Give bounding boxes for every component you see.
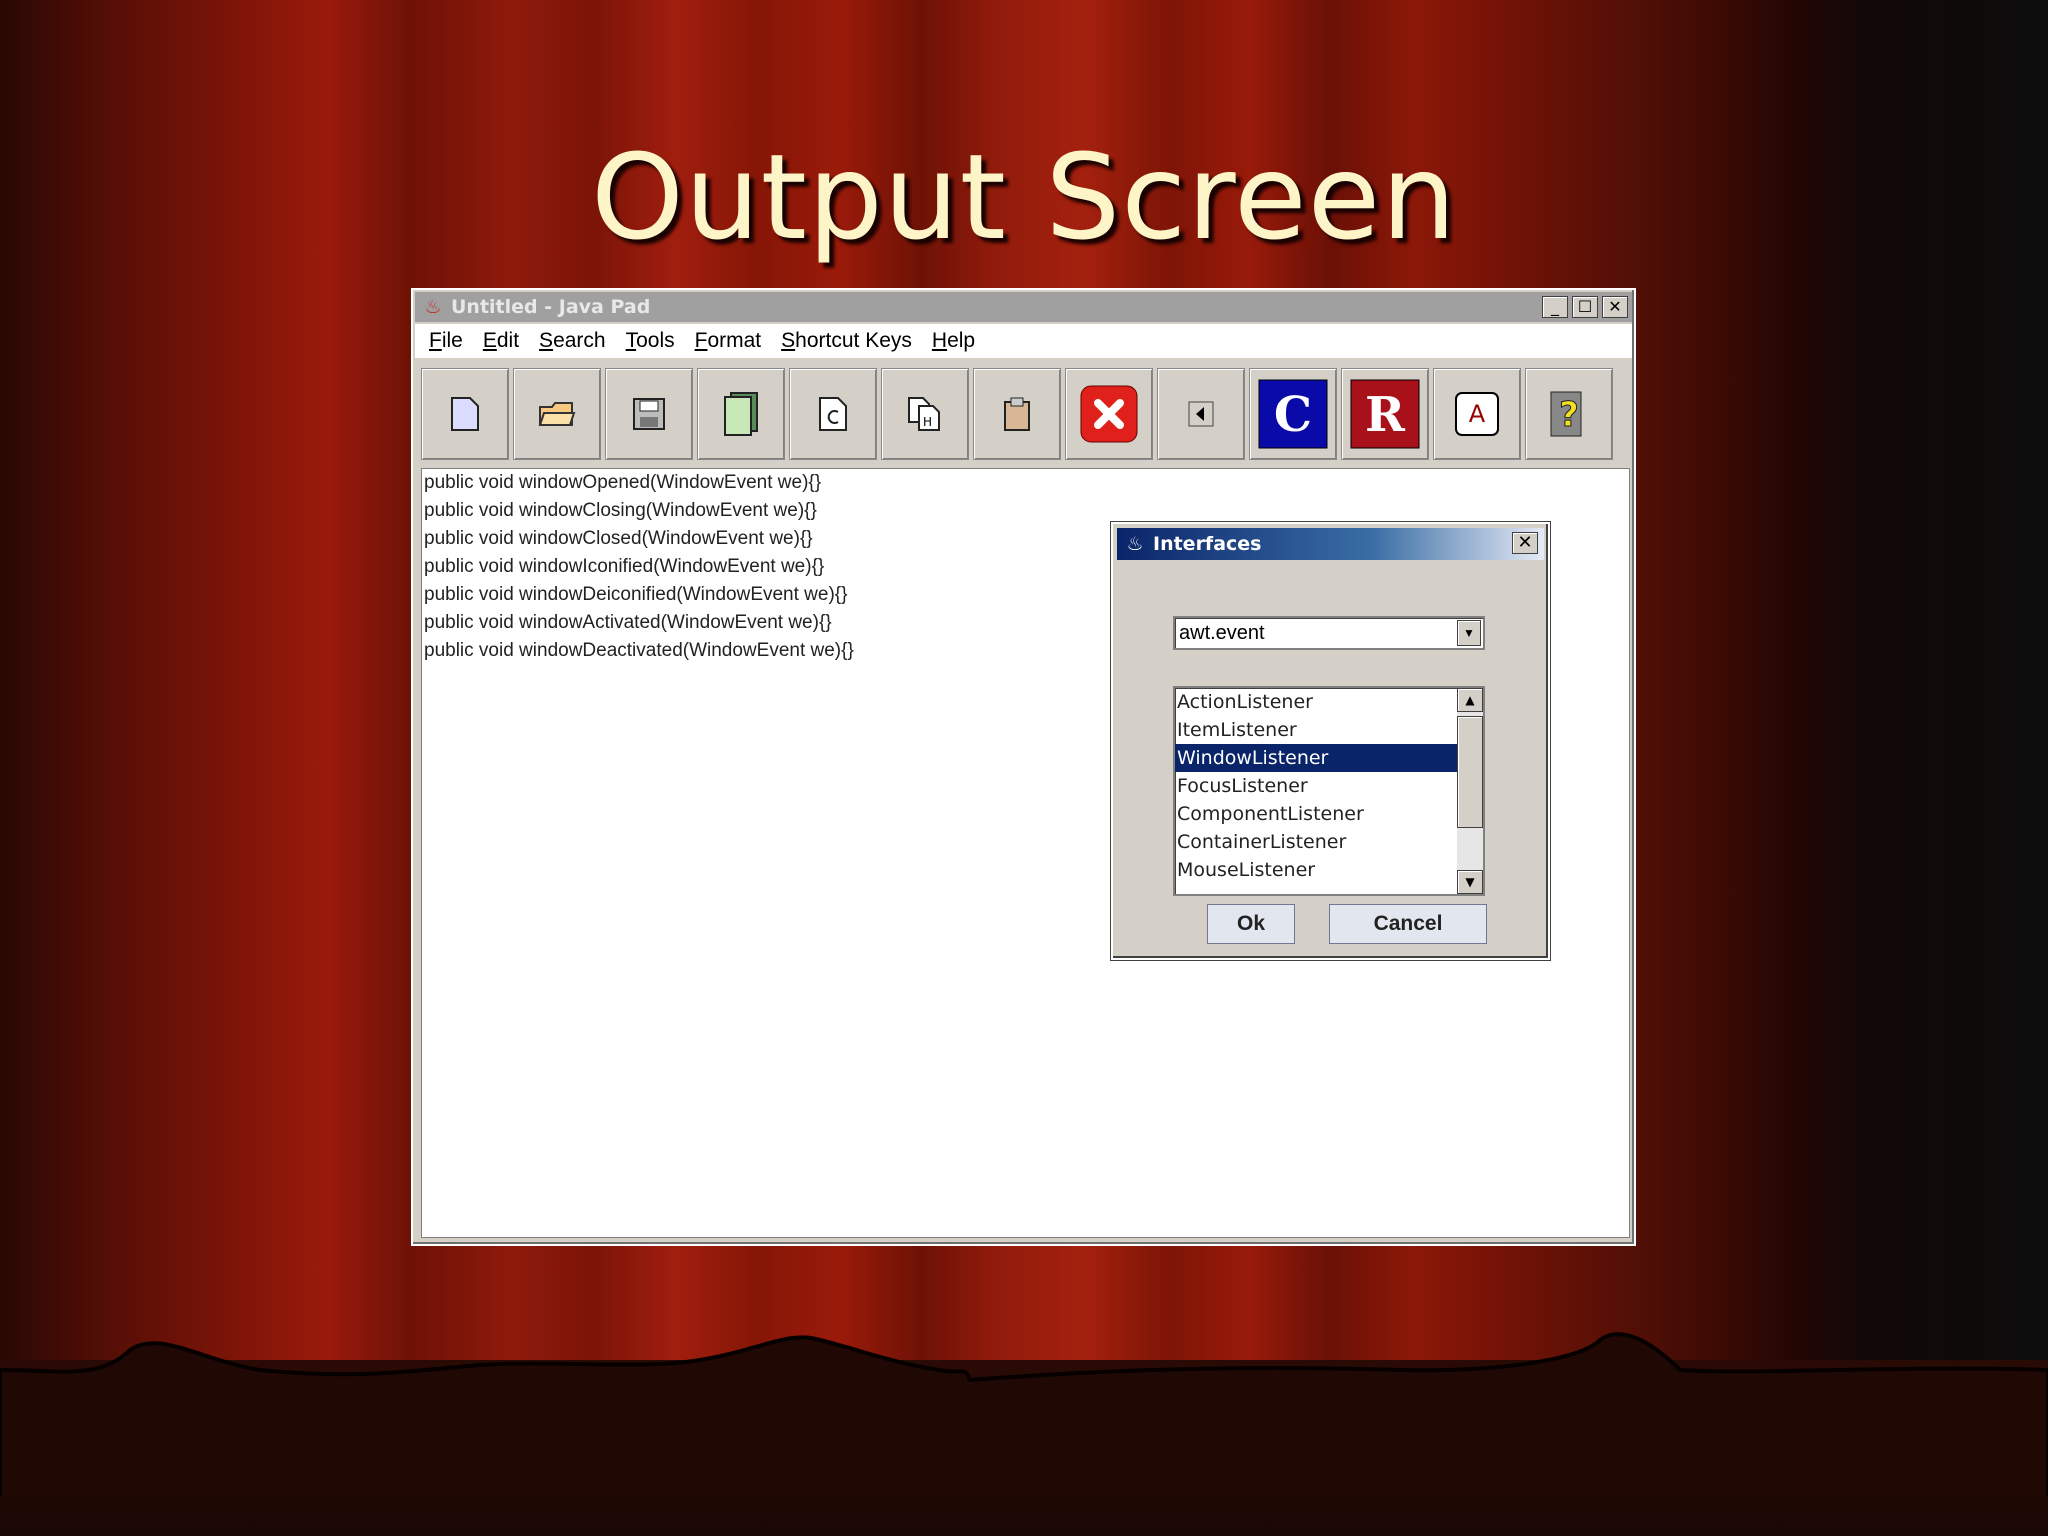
copy-pages-button[interactable] (697, 368, 785, 460)
menu-format[interactable]: Format (695, 329, 762, 353)
back-arrow-icon (1188, 401, 1214, 427)
dialog-titlebar[interactable]: ♨ Interfaces ✕ (1117, 528, 1544, 560)
new-file-icon (451, 397, 479, 431)
package-combo-value: awt.event (1179, 622, 1265, 644)
chevron-down-icon[interactable]: ▼ (1457, 620, 1481, 646)
help-button[interactable]: ? (1525, 368, 1613, 460)
java-cup-icon: ♨ (424, 296, 442, 318)
compile-button[interactable]: C (1249, 368, 1337, 460)
ok-button[interactable]: Ok (1207, 904, 1295, 944)
find-replace-button[interactable]: H (881, 368, 969, 460)
compile-icon: C (1258, 379, 1328, 449)
menu-help[interactable]: Help (932, 329, 975, 353)
run-button[interactable]: R (1341, 368, 1429, 460)
window-title: Untitled - Java Pad (451, 296, 651, 318)
interfaces-dialog: ♨ Interfaces ✕ awt.event ▼ ActionListene… (1111, 522, 1550, 960)
menu-shortcut-keys[interactable]: Shortcut Keys (781, 329, 912, 353)
exit-button[interactable] (1065, 368, 1153, 460)
curtain-edge (0, 1332, 2048, 1496)
curtain-hem (0, 1332, 2048, 1536)
list-scrollbar[interactable]: ▲ ▼ (1457, 688, 1483, 894)
svg-text:C: C (1274, 387, 1312, 443)
scroll-up-icon[interactable]: ▲ (1457, 688, 1483, 712)
close-button[interactable]: ✕ (1602, 296, 1628, 318)
font-icon: A (1455, 392, 1499, 436)
list-item[interactable]: MouseListener (1175, 856, 1457, 884)
menu-edit[interactable]: Edit (483, 329, 519, 353)
save-button[interactable] (605, 368, 693, 460)
refresh-page-button[interactable] (789, 368, 877, 460)
help-icon: ? (1550, 391, 1582, 437)
open-folder-icon (538, 402, 576, 426)
menu-search[interactable]: Search (539, 329, 606, 353)
list-item[interactable]: FocusListener (1175, 772, 1457, 800)
menu-bar: File Edit Search Tools Format Shortcut K… (415, 324, 1632, 358)
copy-pages-icon (724, 392, 758, 436)
close-x-icon (1080, 385, 1138, 443)
menu-file[interactable]: File (429, 329, 463, 353)
run-icon: R (1350, 379, 1420, 449)
dialog-close-button[interactable]: ✕ (1512, 532, 1538, 554)
svg-text:?: ? (1559, 395, 1579, 435)
paste-button[interactable] (973, 368, 1061, 460)
list-item-selected[interactable]: WindowListener (1175, 744, 1457, 772)
page-refresh-icon (819, 397, 847, 431)
package-combo[interactable]: awt.event ▼ (1173, 616, 1485, 650)
minimize-button[interactable]: _ (1542, 296, 1568, 318)
font-button[interactable]: A (1433, 368, 1521, 460)
list-item[interactable]: ActionListener (1175, 688, 1457, 716)
cancel-button[interactable]: Cancel (1329, 904, 1487, 944)
interfaces-list[interactable]: ActionListener ItemListener WindowListen… (1173, 686, 1485, 896)
scroll-thumb[interactable] (1457, 716, 1483, 828)
clipboard-icon (1004, 397, 1030, 431)
dialog-title: Interfaces (1153, 533, 1262, 555)
list-item[interactable]: ContainerListener (1175, 828, 1457, 856)
find-replace-icon: H (908, 397, 940, 431)
back-button[interactable] (1157, 368, 1245, 460)
code-line: public void windowClosing(WindowEvent we… (424, 500, 817, 521)
code-line: public void windowOpened(WindowEvent we)… (424, 472, 822, 493)
maximize-button[interactable]: ☐ (1572, 296, 1598, 318)
list-item[interactable]: ItemListener (1175, 716, 1457, 744)
list-item[interactable]: ComponentListener (1175, 800, 1457, 828)
svg-text:R: R (1365, 387, 1406, 443)
new-button[interactable] (421, 368, 509, 460)
slide-title: Output Screen (590, 128, 1458, 266)
scroll-down-icon[interactable]: ▼ (1457, 870, 1483, 894)
menu-tools[interactable]: Tools (626, 329, 675, 353)
save-icon (633, 398, 665, 430)
java-cup-icon: ♨ (1126, 533, 1144, 555)
svg-text:A: A (1469, 400, 1486, 428)
toolbar: H C R A ? (421, 368, 1630, 462)
window-titlebar[interactable]: ♨ Untitled - Java Pad _ ☐ ✕ (415, 292, 1632, 322)
svg-text:H: H (923, 415, 932, 429)
open-button[interactable] (513, 368, 601, 460)
